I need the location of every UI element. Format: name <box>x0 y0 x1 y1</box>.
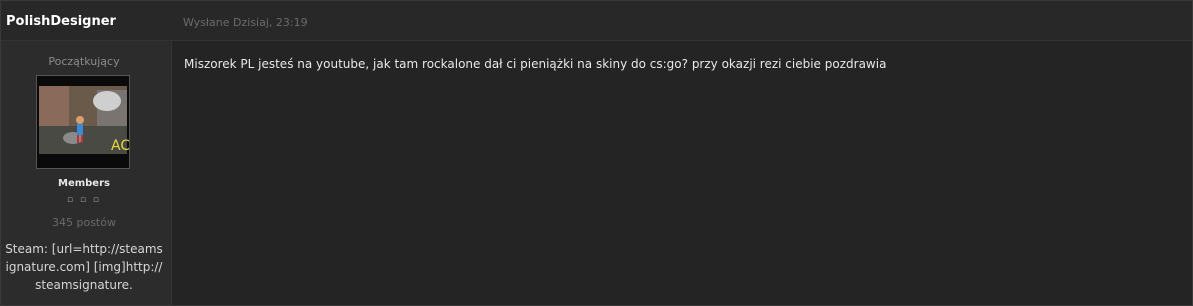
forum-post: PolishDesigner Wysłane Dzisiaj, 23:19 Po… <box>0 0 1193 306</box>
rank-pips: ▫ ▫ ▫ <box>66 195 102 205</box>
post-count: 345 postów <box>52 216 116 229</box>
author-panel: Początkujący AC Members ▫ ▫ ▫ 345 postów… <box>1 41 172 305</box>
post-body: Miszorek PL jesteś na youtube, jak tam r… <box>184 57 887 71</box>
member-group: Members <box>58 178 110 189</box>
author-name-link[interactable]: PolishDesigner <box>6 14 116 29</box>
post-header: PolishDesigner Wysłane Dzisiaj, 23:19 <box>1 1 1192 41</box>
author-signature: Steam: [url=http://steamsignature.com] [… <box>5 242 163 292</box>
avatar-image: AC <box>37 76 129 168</box>
avatar[interactable]: AC <box>36 75 130 169</box>
post-date: Wysłane Dzisiaj, 23:19 <box>183 16 308 29</box>
author-rank: Początkujący <box>48 55 120 68</box>
avatar-text: AC <box>111 138 129 154</box>
